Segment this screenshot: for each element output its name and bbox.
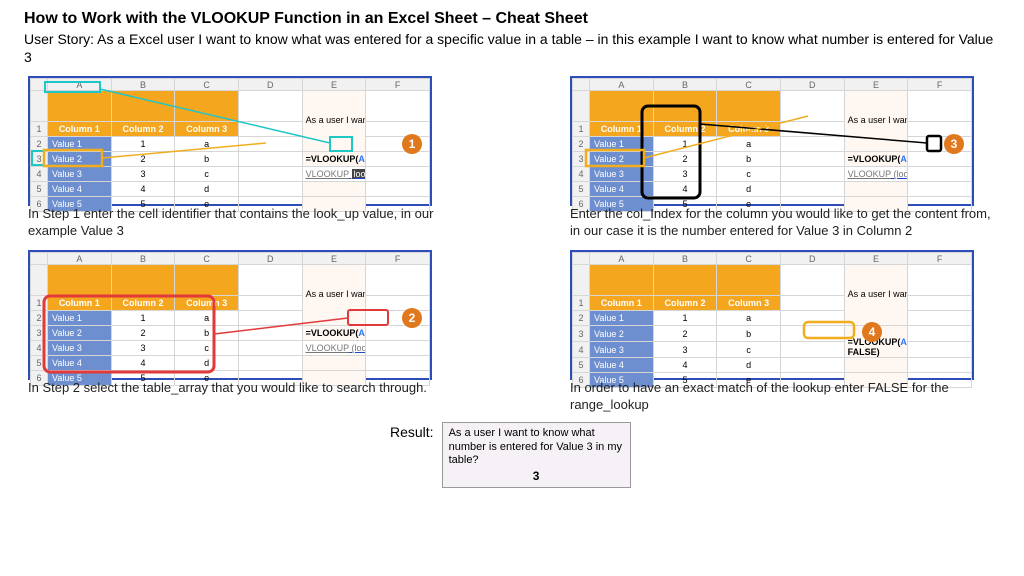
step-caption-1: In Step 1 enter the cell identifier that… (28, 206, 438, 239)
step-caption-3: Enter the col_Index for the column you w… (570, 206, 1000, 239)
mini-spreadsheet: ABC DEF As a user I want to know what nu… (30, 78, 430, 212)
result-answer: 3 (449, 467, 624, 483)
step-caption-4: In order to have an exact match of the l… (570, 380, 1000, 413)
result-block: Result: As a user I want to know what nu… (390, 422, 631, 488)
step-panel-4: ABC DEF As a user I want to know what nu… (570, 250, 974, 380)
formula-cell: =VLOOKUP(A4, (302, 152, 366, 167)
result-box: As a user I want to know what number is … (442, 422, 631, 488)
result-label: Result: (390, 424, 434, 440)
step-panel-2: ABC DEF As a user I want to know what nu… (28, 250, 432, 380)
mini-spreadsheet: ABC DEF As a user I want to know what nu… (572, 78, 972, 212)
page-title: How to Work with the VLOOKUP Function in… (0, 0, 1024, 28)
mini-spreadsheet: ABC DEF As a user I want to know what nu… (572, 252, 972, 388)
step-panel-3: ABC DEF As a user I want to know what nu… (570, 76, 974, 206)
step-caption-2: In Step 2 select the table_array that yo… (28, 380, 438, 396)
step-panel-1: ABC DEF As a user I want to know what nu… (28, 76, 432, 206)
mini-spreadsheet: ABC DEF As a user I want to know what nu… (30, 252, 430, 386)
result-question: As a user I want to know what number is … (449, 427, 624, 467)
hint-cell: VLOOKUP lookup_value, table_array, col_i… (302, 167, 366, 182)
question-cell: As a user I want to know what number is … (302, 91, 366, 152)
user-story: User Story: As a Excel user I want to kn… (0, 28, 1024, 70)
